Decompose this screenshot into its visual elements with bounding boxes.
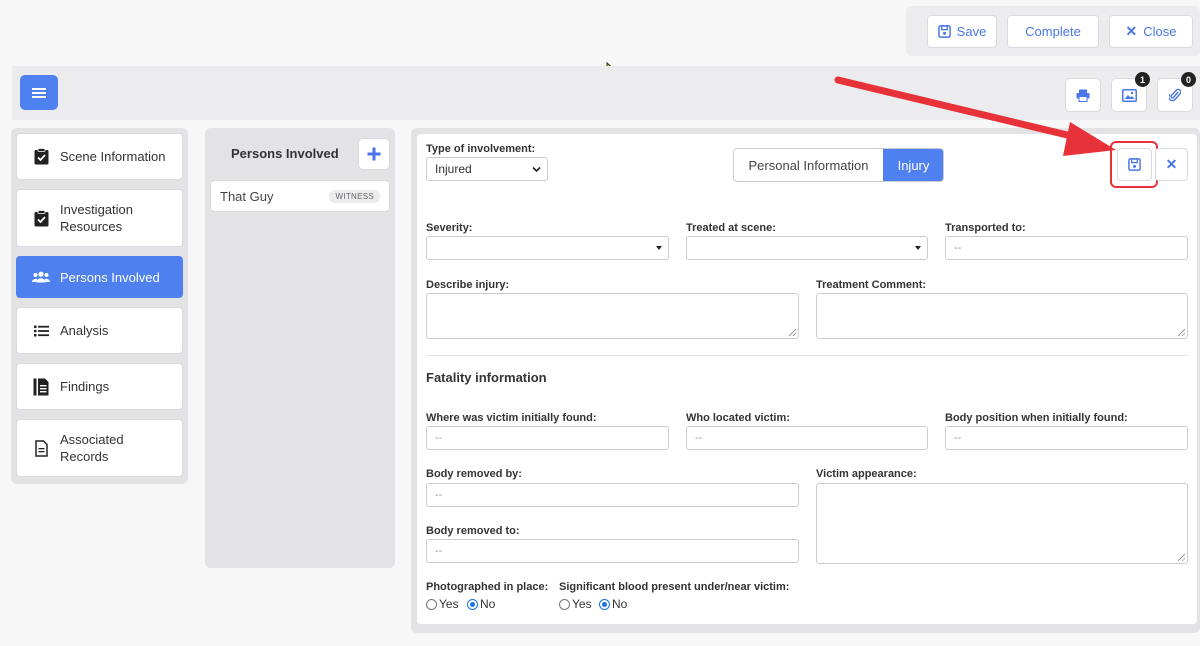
- sidebar-item-label: Associated Records: [60, 432, 124, 464]
- person-name: That Guy: [220, 189, 274, 204]
- persons-panel-title: Persons Involved: [231, 146, 339, 161]
- describe-injury-textarea[interactable]: [426, 293, 799, 339]
- persons-involved-panel: Persons Involved That Guy WITNESS: [205, 128, 395, 568]
- clipboard-check-icon: [32, 148, 50, 166]
- annotation-arrow: [834, 76, 1116, 156]
- chevron-down-icon: [532, 166, 541, 173]
- located-by-input[interactable]: --: [686, 426, 928, 450]
- fatality-heading: Fatality information: [426, 370, 547, 385]
- form-cancel-button[interactable]: ✕: [1155, 148, 1188, 181]
- complete-label: Complete: [1025, 24, 1081, 39]
- sidebar-item-analysis[interactable]: Analysis: [16, 307, 183, 354]
- person-list-item[interactable]: That Guy WITNESS: [210, 180, 390, 212]
- attachments-count-badge: 0: [1181, 72, 1196, 87]
- add-person-button[interactable]: [358, 138, 390, 170]
- sidebar-nav: Scene Information Investigation Resource…: [11, 128, 188, 484]
- images-count-badge: 1: [1135, 72, 1150, 87]
- close-label: Close: [1143, 24, 1177, 39]
- radio-circle-selected: [467, 598, 478, 610]
- caret-down-icon: [656, 246, 662, 250]
- victim-appearance-textarea[interactable]: [816, 483, 1188, 564]
- describe-injury-label: Describe injury:: [426, 279, 510, 291]
- radio-circle-selected: [599, 598, 610, 610]
- victim-found-input[interactable]: --: [426, 426, 669, 450]
- radio-label: Yes: [572, 597, 592, 611]
- radio-label: No: [612, 597, 628, 611]
- victim-found-label: Where was victim initially found:: [426, 412, 597, 424]
- top-toolbar: Save Complete ✕ Close: [0, 0, 1200, 66]
- radio-label: No: [480, 597, 496, 611]
- radio-circle: [559, 598, 570, 610]
- plus-icon: [367, 147, 381, 161]
- body-position-input[interactable]: --: [945, 426, 1188, 450]
- clipboard-check-icon: [32, 209, 50, 227]
- complete-button[interactable]: Complete: [1007, 15, 1099, 48]
- severity-label: Severity:: [426, 222, 473, 234]
- transported-label: Transported to:: [945, 222, 1026, 234]
- blood-no-radio[interactable]: No: [599, 597, 627, 611]
- severity-select[interactable]: [426, 236, 669, 260]
- located-by-label: Who located victim:: [686, 412, 790, 424]
- list-icon: [32, 322, 50, 340]
- sidebar-item-label: Persons Involved: [60, 269, 160, 285]
- involvement-select[interactable]: Injured: [426, 157, 548, 181]
- treatment-comment-textarea[interactable]: [816, 293, 1188, 339]
- blood-label: Significant blood present under/near vic…: [559, 581, 790, 593]
- file-icon: [32, 439, 50, 457]
- resize-grip-icon: [1178, 554, 1185, 561]
- sidebar-item-persons-involved[interactable]: Persons Involved: [16, 256, 183, 298]
- image-icon: [1121, 88, 1137, 102]
- save-label: Save: [956, 24, 987, 39]
- hamburger-icon: [32, 87, 46, 98]
- person-role-badge: WITNESS: [329, 190, 380, 203]
- radio-label: Yes: [439, 597, 459, 611]
- removed-to-input[interactable]: --: [426, 539, 799, 563]
- sidebar-item-findings[interactable]: Findings: [16, 363, 183, 410]
- paperclip-icon: [1169, 88, 1181, 102]
- removed-by-input[interactable]: --: [426, 483, 799, 507]
- treated-select[interactable]: [686, 236, 928, 260]
- photographed-yes-radio[interactable]: Yes: [426, 597, 459, 611]
- section-divider: [426, 355, 1188, 356]
- removed-to-label: Body removed to:: [426, 525, 520, 537]
- resize-grip-icon: [789, 329, 796, 336]
- sidebar-item-label: Findings: [60, 379, 110, 394]
- save-button[interactable]: Save: [927, 15, 997, 48]
- caret-down-icon: [915, 246, 921, 250]
- close-icon: ✕: [1125, 23, 1138, 39]
- sidebar-item-associated-records[interactable]: Associated Records: [16, 419, 183, 477]
- treated-label: Treated at scene:: [686, 222, 776, 234]
- transported-input[interactable]: --: [945, 236, 1188, 260]
- treatment-comment-label: Treatment Comment:: [816, 279, 927, 291]
- document-list-icon: [32, 378, 50, 396]
- attachments-button[interactable]: 0: [1157, 72, 1196, 112]
- involvement-label: Type of involvement:: [426, 143, 536, 155]
- form-save-button[interactable]: [1117, 148, 1152, 181]
- sidebar-item-label: Analysis: [60, 323, 109, 338]
- action-buttons-group: Save Complete ✕ Close: [906, 6, 1200, 56]
- photographed-label: Photographed in place:: [426, 581, 549, 593]
- involvement-value: Injured: [435, 162, 472, 176]
- menu-toggle-button[interactable]: [20, 75, 58, 110]
- sidebar-item-label: Scene Information: [60, 149, 166, 164]
- close-icon: ✕: [1165, 156, 1178, 172]
- close-button[interactable]: ✕ Close: [1109, 15, 1193, 48]
- users-icon: [32, 268, 50, 286]
- radio-circle: [426, 598, 437, 610]
- save-icon: [937, 25, 951, 38]
- sidebar-item-investigation-resources[interactable]: Investigation Resources: [16, 189, 183, 247]
- sidebar-item-scene-information[interactable]: Scene Information: [16, 133, 183, 180]
- resize-grip-icon: [1178, 329, 1185, 336]
- removed-by-label: Body removed by:: [426, 468, 522, 480]
- photographed-no-radio[interactable]: No: [467, 597, 495, 611]
- sidebar-item-label: Investigation Resources: [60, 202, 133, 234]
- body-position-label: Body position when initially found:: [945, 412, 1128, 424]
- victim-appearance-label: Victim appearance:: [816, 468, 917, 480]
- blood-yes-radio[interactable]: Yes: [559, 597, 592, 611]
- save-icon: [1128, 158, 1141, 171]
